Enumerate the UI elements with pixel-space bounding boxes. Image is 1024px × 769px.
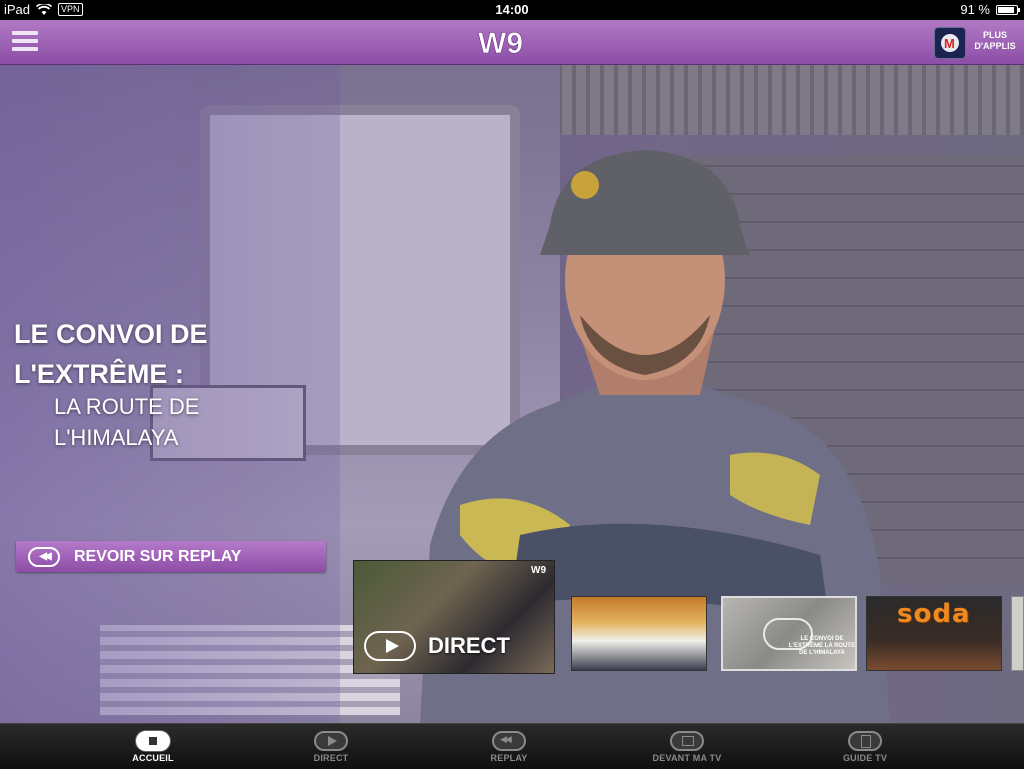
more-apps-link[interactable]: PLUS D'APPLIS [970,30,1020,52]
clock: 14:00 [495,2,529,17]
tab-label: REPLAY [490,753,528,763]
tab-direct[interactable]: DIRECT [276,724,386,769]
replay-button-label: REVOIR SUR REPLAY [74,547,242,565]
tab-label: DEVANT MA TV [652,753,722,763]
tab-devant-ma-tv[interactable]: DEVANT MA TV [632,724,742,769]
program-thumbnail-chef[interactable] [571,596,707,671]
play-icon [314,731,348,751]
guide-icon [848,731,882,751]
tab-bar: ACCUEIL DIRECT REPLAY DEVANT MA TV GUIDE… [0,723,1024,769]
program-thumbnail-soda[interactable]: soda [866,596,1002,671]
soda-logo: soda [897,599,971,629]
show-subtitle: LA ROUTE DE L'HIMALAYA [54,394,200,450]
tab-guide-tv[interactable]: GUIDE TV [810,724,920,769]
tab-accueil[interactable]: ACCUEIL [98,724,208,769]
tab-label: DIRECT [313,753,349,763]
play-icon [364,631,416,661]
rewind-icon [492,731,526,751]
w9-badge: W9 [531,565,546,576]
direct-thumbnail[interactable]: W9 DIRECT [353,560,555,674]
program-thumbnail-next[interactable] [1011,596,1024,671]
w9-logo: W9 [478,27,524,59]
show-title: LE CONVOI DE L'EXTRÊME : [14,319,208,389]
direct-label: DIRECT [428,633,510,658]
svg-text:W9: W9 [478,27,523,59]
thumbnail-title: LE CONVOI DE L'EXTRÊME LA ROUTE DE L'HIM… [788,636,856,656]
tab-label: ACCUEIL [132,753,174,763]
tab-replay[interactable]: REPLAY [454,724,564,769]
tv-icon [670,731,704,751]
m6-group-icon[interactable]: M [934,27,966,59]
rewind-icon: ◀◀ [28,546,60,567]
app-header: W9 M PLUS D'APPLIS [0,20,1024,65]
program-thumbnail-convoi[interactable]: LE CONVOI DE L'EXTRÊME LA ROUTE DE L'HIM… [721,596,857,671]
tab-label: GUIDE TV [842,753,888,763]
home-icon [136,731,170,751]
battery-icon [996,4,1020,15]
svg-text:M: M [944,36,955,51]
replay-button[interactable]: ◀◀ REVOIR SUR REPLAY [16,541,326,572]
status-bar: iPad VPN 14:00 91 % [0,0,1024,20]
menu-icon[interactable] [12,31,38,53]
battery-percent: 91 % [960,2,990,17]
